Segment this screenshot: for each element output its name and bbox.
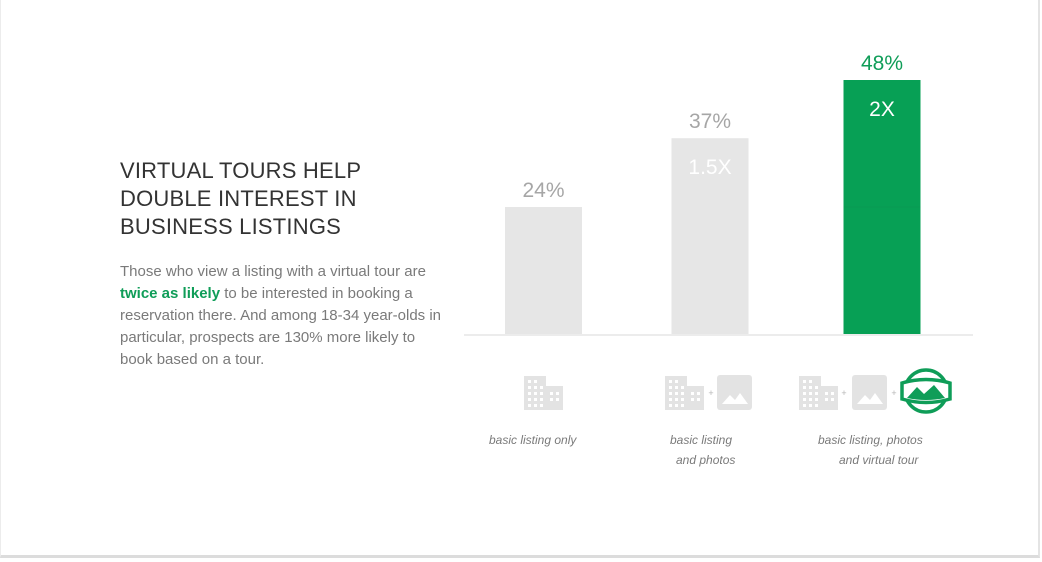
building-icon (524, 376, 563, 410)
building-icon (799, 376, 838, 410)
building-icon (665, 376, 704, 410)
plus-icon: + (708, 388, 713, 398)
plus-icon: + (891, 388, 896, 398)
category-label: and virtual tour (839, 453, 919, 467)
photo-icon (717, 375, 752, 410)
plus-icon: + (841, 388, 846, 398)
value-label: 24% (522, 179, 564, 202)
category-label: and photos (676, 453, 735, 467)
multiplier-label: 2X (869, 98, 895, 121)
bar (505, 207, 582, 334)
category-label: basic listing, photos (818, 433, 923, 447)
value-label: 48% (861, 52, 903, 75)
bar-chart: 24% 37% 1.5X 48% 2X + + + basic listing only basi… (464, 52, 973, 467)
category-label: basic listing (670, 433, 732, 447)
virtual-tour-icon (900, 368, 952, 414)
value-label: 37% (689, 110, 731, 133)
multiplier-label: 1.5X (688, 156, 731, 179)
category-label: basic listing only (489, 433, 577, 447)
photo-icon (852, 375, 887, 410)
